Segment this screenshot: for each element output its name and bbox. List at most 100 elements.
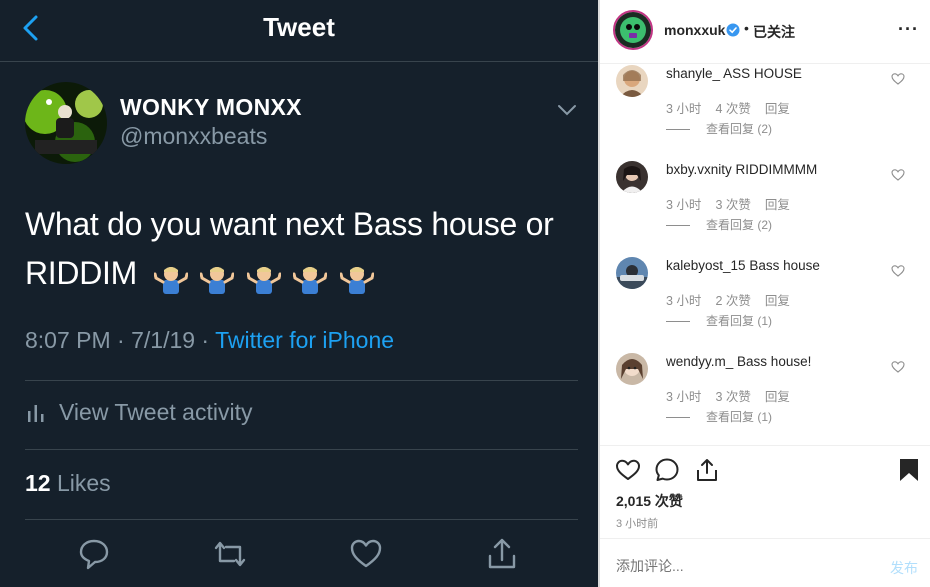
bookmark-icon[interactable]	[896, 457, 922, 483]
comment-item: kalebyost_15 Bass house 3 小时 2 次赞 回复 查看回复 …	[600, 257, 930, 353]
comment-like-heart-icon[interactable]	[891, 360, 905, 374]
shrug-emoji-icon	[246, 261, 282, 295]
comment-meta: 3 小时 3 次赞 回复	[666, 386, 804, 405]
commenter-avatar[interactable]	[616, 353, 648, 385]
post-header: monxxuk • 已关注 ···	[600, 0, 930, 64]
view-replies-label: 查看回复 (1)	[706, 314, 773, 328]
tweet-text-line2: RIDDIM	[25, 255, 137, 291]
comment-likes[interactable]: 2 次赞	[715, 294, 750, 308]
comment-like-heart-icon[interactable]	[891, 72, 905, 86]
comment-text: RIDDIMMMM	[735, 162, 818, 177]
verified-badge-icon	[726, 23, 740, 37]
likes-label: Likes	[56, 470, 111, 496]
comment-meta: 3 小时 2 次赞 回复	[666, 290, 804, 309]
comment-reply-button[interactable]: 回复	[765, 198, 790, 212]
view-replies-button[interactable]: 查看回复 (1)	[666, 408, 772, 425]
account-username[interactable]: monxxuk	[664, 22, 725, 38]
comment-reply-button[interactable]: 回复	[765, 102, 790, 116]
divider	[25, 449, 578, 450]
post-comment-button[interactable]: 发布	[890, 558, 918, 578]
tweet-meta: 8:07 PM · 7/1/19 · Twitter for iPhone	[25, 327, 394, 354]
share-icon[interactable]	[694, 457, 720, 483]
retweet-icon[interactable]	[210, 534, 250, 574]
comment-meta: 3 小时 4 次赞 回复	[666, 98, 804, 117]
author-handle[interactable]: @monxxbeats	[120, 123, 267, 150]
bar-chart-icon	[28, 404, 44, 422]
replies-line	[666, 225, 690, 227]
commenter-username[interactable]: bxby.vxnity	[666, 162, 732, 177]
comment-likes[interactable]: 3 次赞	[715, 390, 750, 404]
divider	[600, 445, 930, 446]
comment-time: 3 小时	[666, 390, 702, 404]
comment-likes[interactable]: 3 次赞	[715, 198, 750, 212]
comment-body: kalebyost_15 Bass house	[666, 258, 820, 273]
header-title: Tweet	[263, 12, 335, 42]
view-tweet-activity-button[interactable]: View Tweet activity	[25, 399, 252, 426]
comment-meta: 3 小时 3 次赞 回复	[666, 194, 804, 213]
comment-time: 3 小时	[666, 198, 702, 212]
divider	[600, 538, 930, 539]
view-replies-button[interactable]: 查看回复 (2)	[666, 216, 772, 233]
comment-reply-button[interactable]: 回复	[765, 390, 790, 404]
author-name[interactable]: WONKY MONXX	[120, 94, 302, 121]
view-replies-label: 查看回复 (2)	[706, 122, 773, 136]
chevron-down-icon[interactable]	[555, 100, 579, 120]
likes-count[interactable]: 12 Likes	[25, 470, 111, 497]
divider	[25, 519, 578, 520]
tweet-source-link[interactable]: Twitter for iPhone	[215, 327, 394, 353]
view-replies-button[interactable]: 查看回复 (2)	[666, 120, 772, 137]
comment-like-heart-icon[interactable]	[891, 264, 905, 278]
view-replies-label: 查看回复 (1)	[706, 410, 773, 424]
tweet-text: What do you want next Bass house or RIDD…	[25, 200, 585, 300]
tweet-timestamp: 8:07 PM · 7/1/19 ·	[25, 327, 216, 353]
view-replies-label: 查看回复 (2)	[706, 218, 773, 232]
shrug-emoji-icon	[153, 261, 189, 295]
comment-like-heart-icon[interactable]	[891, 168, 905, 182]
comment-item: shanyle_ ASS HOUSE 3 小时 4 次赞 回复 查看回复 (2)	[600, 65, 930, 161]
tweet-header: Tweet	[0, 0, 598, 62]
like-heart-icon[interactable]	[346, 534, 386, 574]
tweet-text-line2-wrap: RIDDIM	[25, 249, 585, 300]
tweet-actions	[0, 534, 598, 578]
likes-number: 12	[25, 470, 51, 496]
post-like-count[interactable]: 2,015 次赞	[616, 491, 683, 511]
comment-item: bxby.vxnity RIDDIMMMM 3 小时 3 次赞 回复 查看回复 (2…	[600, 161, 930, 257]
heart-icon[interactable]	[615, 457, 641, 483]
commenter-username[interactable]: kalebyost_15	[666, 258, 746, 273]
share-icon[interactable]	[482, 534, 522, 574]
tweet-text-line1: What do you want next Bass house or	[25, 206, 554, 242]
comment-bubble-icon[interactable]	[654, 457, 680, 483]
divider	[25, 380, 578, 381]
replies-line	[666, 321, 690, 323]
instagram-panel: monxxuk • 已关注 ··· shanyle_ ASS HOUSE 3 小…	[600, 0, 930, 587]
comment-reply-button[interactable]: 回复	[765, 294, 790, 308]
comment-body: shanyle_ ASS HOUSE	[666, 66, 802, 81]
activity-label: View Tweet activity	[59, 399, 253, 425]
view-replies-button[interactable]: 查看回复 (1)	[666, 312, 772, 329]
shrug-emoji-group	[153, 251, 378, 300]
comment-likes[interactable]: 4 次赞	[715, 102, 750, 116]
comment-body: bxby.vxnity RIDDIMMMM	[666, 162, 817, 177]
shrug-emoji-icon	[292, 261, 328, 295]
replies-line	[666, 417, 690, 419]
post-timestamp: 3 小时前	[616, 518, 659, 530]
comment-body: wendyy.m_ Bass house!	[666, 354, 811, 369]
comment-text: ASS HOUSE	[723, 66, 802, 81]
shrug-emoji-icon	[339, 261, 375, 295]
commenter-username[interactable]: wendyy.m_	[666, 354, 733, 369]
add-comment-input[interactable]	[616, 558, 876, 574]
commenter-username[interactable]: shanyle_	[666, 66, 720, 81]
reply-icon[interactable]	[74, 534, 114, 574]
shrug-emoji-icon	[199, 261, 235, 295]
account-avatar[interactable]	[613, 10, 653, 50]
comment-item: wendyy.m_ Bass house! 3 小时 3 次赞 回复 查看回复 (1…	[600, 353, 930, 449]
commenter-avatar[interactable]	[616, 257, 648, 289]
replies-line	[666, 129, 690, 131]
commenter-avatar[interactable]	[616, 161, 648, 193]
comment-text: Bass house	[749, 258, 820, 273]
header-separator: •	[744, 20, 749, 36]
commenter-avatar[interactable]	[616, 65, 648, 97]
author-avatar[interactable]	[25, 82, 107, 164]
following-button[interactable]: 已关注	[753, 22, 795, 42]
more-options-icon[interactable]: ···	[898, 19, 919, 40]
